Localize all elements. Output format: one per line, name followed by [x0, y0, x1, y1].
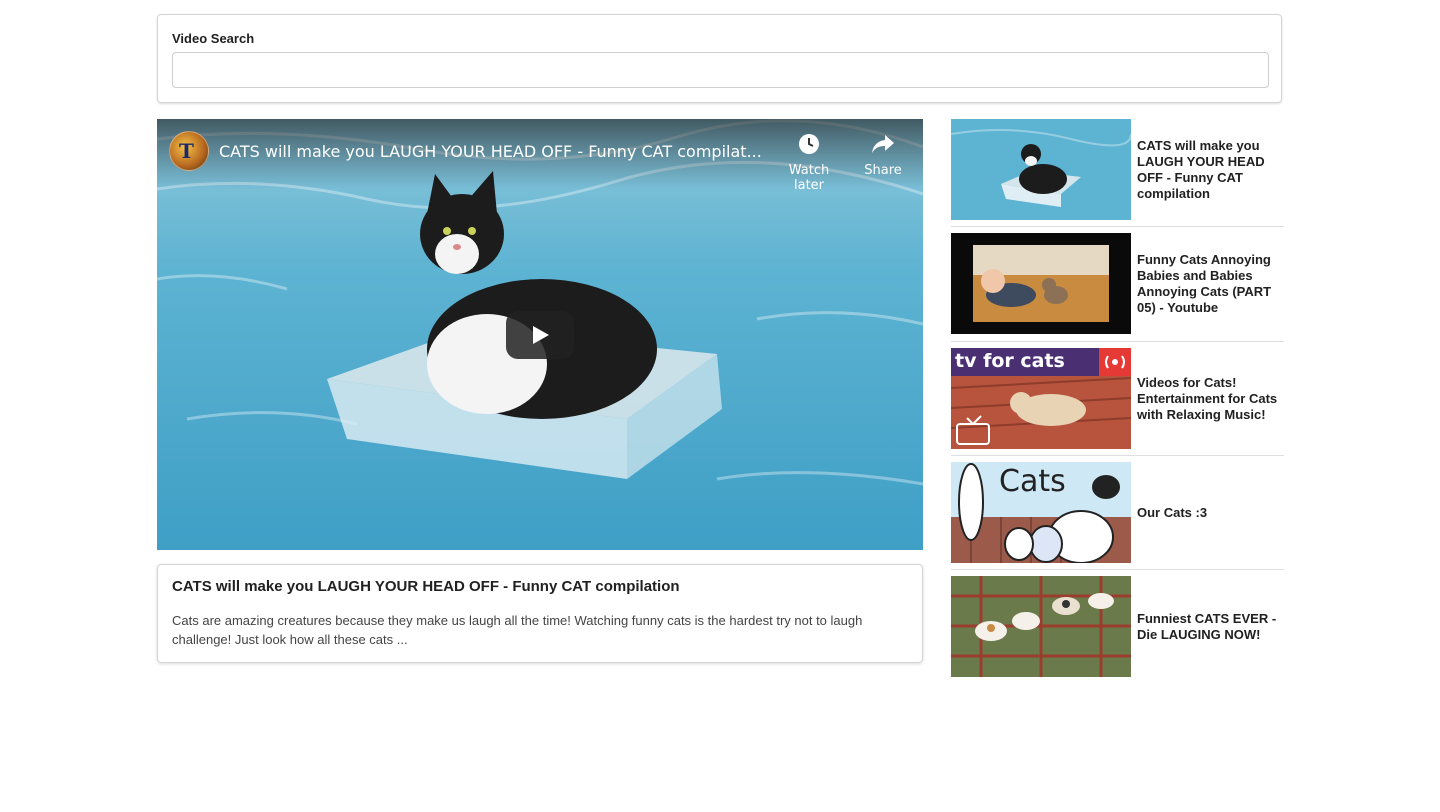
video-list-item-title: CATS will make you LAUGH YOUR HEAD OFF -… — [1137, 137, 1265, 201]
search-panel: Video Search — [157, 14, 1282, 103]
search-label: Video Search — [172, 31, 255, 46]
search-input[interactable] — [172, 52, 1269, 88]
video-list-item[interactable]: CATS will make you LAUGH YOUR HEAD OFF -… — [951, 119, 1284, 220]
share-label: Share — [864, 163, 902, 178]
thumbnail-text: tv for cats — [955, 350, 1065, 372]
video-thumbnail — [951, 576, 1131, 677]
video-detail-card: CATS will make you LAUGH YOUR HEAD OFF -… — [157, 564, 923, 663]
video-list-item-title: Videos for Cats! Entertainment for Cats … — [1137, 374, 1278, 422]
video-detail-description: Cats are amazing creatures because they … — [172, 613, 863, 647]
video-player[interactable]: T CATS will make you LAUGH YOUR HEAD OFF… — [157, 119, 923, 550]
video-list-item[interactable]: Cats Our Cats :3 — [951, 462, 1284, 563]
play-button[interactable] — [506, 311, 574, 359]
list-divider — [951, 226, 1284, 227]
video-list-item-title: Our Cats :3 — [1137, 504, 1208, 520]
watch-later-label: Watch later — [788, 163, 830, 193]
play-icon — [506, 311, 574, 359]
video-thumbnail: Cats — [951, 462, 1131, 563]
player-title[interactable]: CATS will make you LAUGH YOUR HEAD OFF -… — [219, 142, 769, 161]
video-list-item-title: Funniest CATS EVER - Die LAUGING NOW! — [1137, 610, 1277, 642]
video-list-item[interactable]: Funniest CATS EVER - Die LAUGING NOW! — [951, 576, 1284, 677]
share-icon — [846, 131, 920, 157]
video-detail-title: CATS will make you LAUGH YOUR HEAD OFF -… — [172, 578, 680, 595]
video-list-item[interactable]: Funny Cats Annoying Babies and Babies An… — [951, 233, 1284, 334]
video-thumbnail: tv for cats — [951, 348, 1131, 449]
video-list-item-title: Funny Cats Annoying Babies and Babies An… — [1137, 251, 1272, 315]
clock-icon — [772, 131, 846, 157]
thumbnail-text: Cats — [999, 464, 1066, 499]
video-list-item[interactable]: tv for cats Videos for Cats! Entertainme… — [951, 348, 1284, 449]
list-divider — [951, 569, 1284, 570]
list-divider — [951, 341, 1284, 342]
video-thumbnail — [951, 119, 1131, 220]
list-divider — [951, 455, 1284, 456]
video-thumbnail — [951, 233, 1131, 334]
share-button[interactable]: Share — [846, 131, 920, 178]
channel-avatar[interactable]: T — [169, 131, 209, 171]
watch-later-button[interactable]: Watch later — [772, 131, 846, 193]
